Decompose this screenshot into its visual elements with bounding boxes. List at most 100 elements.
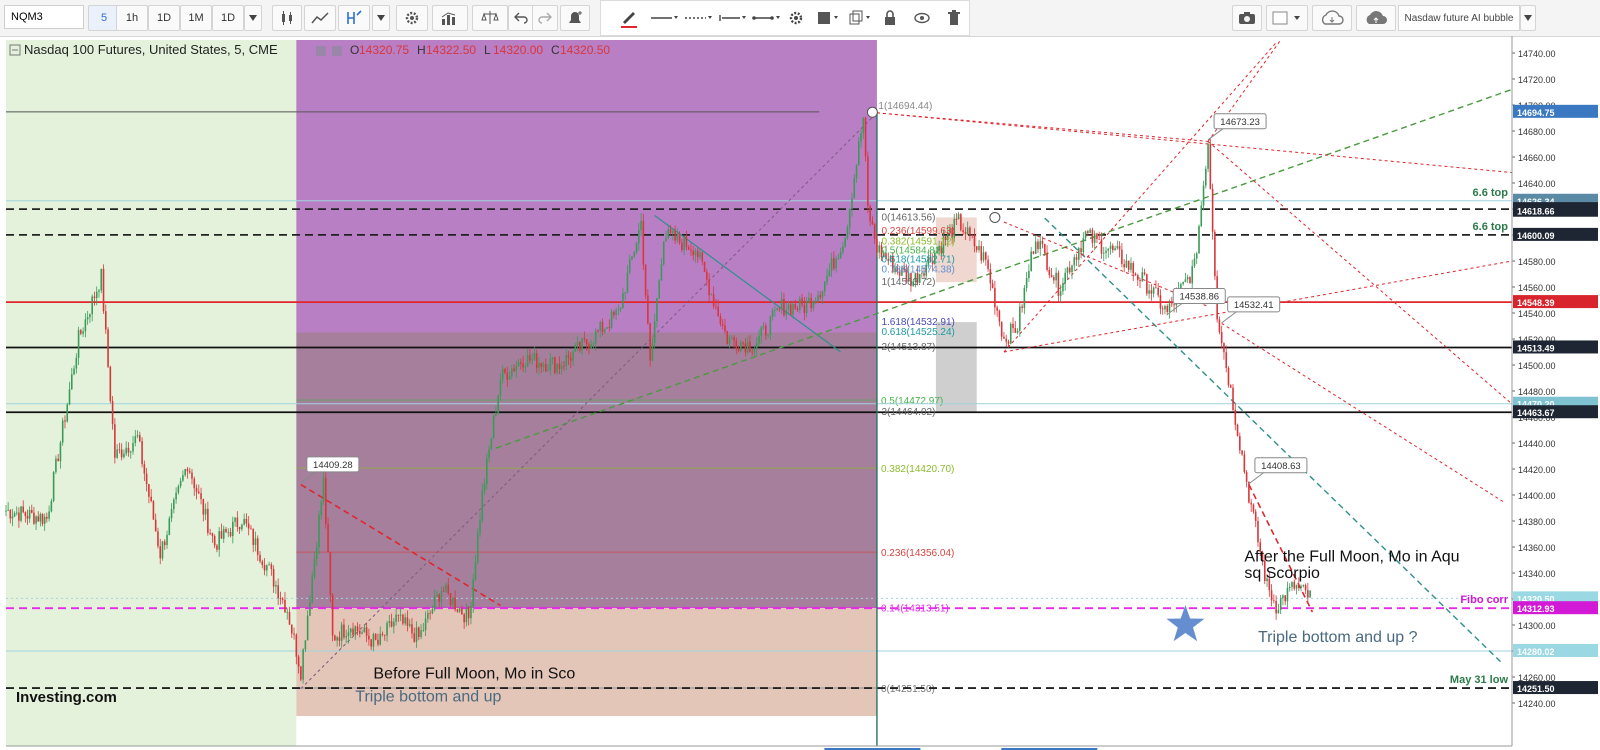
redo-button[interactable]	[532, 5, 558, 31]
candles-icon	[282, 11, 292, 25]
interval-1h-button[interactable]: 1h	[116, 5, 148, 31]
line-end-button[interactable]	[717, 6, 747, 30]
candle-body	[465, 607, 468, 623]
pencil-button[interactable]	[615, 6, 643, 30]
candle-body	[22, 506, 24, 513]
candle-body	[753, 349, 756, 353]
candle-body	[828, 270, 831, 277]
interval-1d-button[interactable]: 1D	[148, 5, 180, 31]
candle-body	[1071, 265, 1073, 273]
indicators-dropdown[interactable]	[372, 5, 390, 31]
candle-body	[20, 506, 22, 521]
undo-button[interactable]	[508, 5, 534, 31]
candle-body	[141, 441, 143, 465]
candle-body	[340, 624, 343, 641]
price-badge-label: 14251.50	[1517, 684, 1555, 694]
clone-button[interactable]	[845, 6, 875, 30]
line-chart-button[interactable]	[304, 5, 336, 31]
draw-settings-button[interactable]	[785, 6, 807, 30]
candle-body	[1109, 245, 1112, 249]
candle-body	[767, 335, 769, 336]
candle-body	[853, 178, 856, 199]
delete-button[interactable]	[943, 6, 965, 30]
scale-button[interactable]	[472, 5, 508, 31]
candle-body	[229, 531, 232, 537]
candle-body	[352, 628, 354, 636]
dash-style-button[interactable]	[683, 6, 713, 30]
candle-body	[445, 584, 447, 592]
candle-body	[1016, 330, 1019, 333]
candle-body	[1189, 277, 1191, 284]
fib-small-label: 0.786(14574.38)	[881, 264, 954, 275]
bars-button[interactable]	[432, 5, 468, 31]
candle-body	[184, 469, 186, 476]
candle-body	[574, 344, 577, 352]
chart-annotation: Before Full Moon, Mo in Sco	[373, 665, 575, 682]
candles-button[interactable]	[272, 5, 302, 31]
candle-body	[535, 353, 538, 369]
candle-body	[554, 357, 556, 373]
candle-body	[139, 435, 141, 442]
layout-name-label[interactable]: Nasdaw future AI bubble	[1398, 5, 1520, 31]
candle-body	[1121, 249, 1123, 265]
fib-level-label: 0.236(14356.04)	[881, 548, 954, 559]
candle-body	[127, 447, 130, 453]
candle-body	[1152, 287, 1155, 294]
candle-body	[1229, 385, 1232, 388]
candle-body	[1245, 472, 1248, 482]
candle-body	[644, 264, 647, 296]
visibility-button[interactable]	[911, 6, 933, 30]
candle-body	[637, 230, 640, 244]
settings-button[interactable]	[396, 5, 428, 31]
indicators-button[interactable]	[338, 5, 370, 31]
candle-body	[218, 531, 220, 550]
screenshot-button[interactable]	[1232, 5, 1262, 31]
candle-body	[531, 359, 533, 361]
candle-body	[572, 351, 574, 361]
cloud-load-button[interactable]	[1312, 5, 1352, 31]
color-box-button[interactable]	[1266, 5, 1308, 31]
line-style-button[interactable]	[649, 6, 679, 30]
symbol-input[interactable]	[4, 5, 84, 29]
callout-label: 14673.23	[1220, 117, 1260, 128]
ohlc-key: C	[551, 43, 560, 57]
line-ends-button[interactable]	[751, 6, 781, 30]
interval-1d-2-button[interactable]: 1D	[212, 5, 244, 31]
candle-body	[692, 250, 695, 256]
candle-body	[470, 606, 472, 619]
candle-body	[320, 501, 323, 516]
candle-body	[300, 666, 302, 680]
candle-body	[411, 624, 413, 634]
drawing-toolbar	[600, 0, 970, 36]
candle-body	[89, 314, 91, 318]
candle-body	[288, 612, 291, 625]
y-tick-label: 14560.00	[1518, 283, 1556, 293]
candle-body	[821, 291, 824, 298]
candle-body	[452, 597, 454, 605]
candle-body	[309, 602, 311, 616]
candle-body	[243, 518, 245, 525]
lock-button[interactable]	[879, 6, 901, 30]
candle-body	[417, 627, 420, 638]
candle-body	[311, 576, 313, 603]
candle-body	[281, 598, 284, 600]
fill-button[interactable]	[813, 6, 843, 30]
interval-dropdown[interactable]	[244, 5, 262, 31]
y-tick-label: 14400.00	[1518, 491, 1556, 501]
settings-icon	[405, 11, 419, 25]
alert-button[interactable]	[560, 5, 590, 31]
candle-body	[706, 271, 708, 280]
candle-body	[43, 516, 46, 524]
layout-dropdown[interactable]	[1520, 5, 1536, 31]
candle-body	[1207, 143, 1209, 169]
candle-body	[708, 279, 710, 296]
candle-body	[1055, 272, 1057, 281]
candle-body	[170, 509, 173, 519]
price-chart[interactable]: 0.5(14472.97) 0.382(14420.70) 0.236(14356.…	[0, 36, 1600, 750]
interval-1m-button[interactable]: 1M	[180, 5, 212, 31]
alert-icon	[569, 11, 582, 24]
candle-body	[1043, 243, 1046, 253]
cloud-save-button[interactable]	[1356, 5, 1396, 31]
candle-body	[197, 491, 200, 494]
candle-body	[647, 295, 649, 324]
